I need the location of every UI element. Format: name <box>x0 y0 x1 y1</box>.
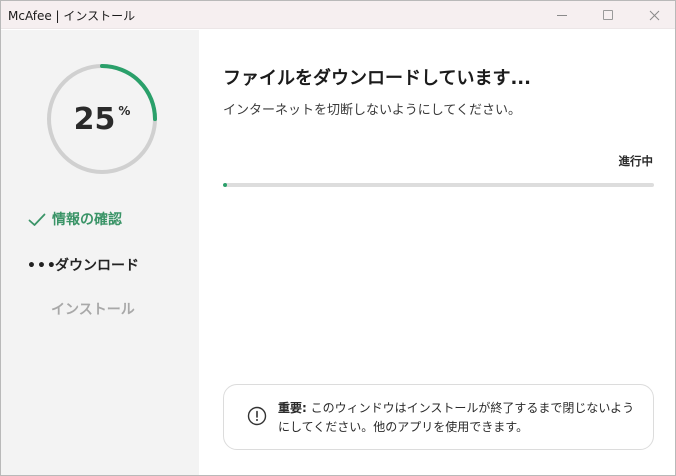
main-panel: ファイルをダウンロードしています... インターネットを切断しないようにしてくだ… <box>199 30 675 475</box>
step-download: •••ダウンロード <box>27 255 139 275</box>
notice-text: 重要: このウィンドウはインストールが終了するまで閉じないようにしてください。他… <box>278 399 638 437</box>
download-progress-bar <box>223 183 654 187</box>
step-download-label: ダウンロード <box>55 258 139 274</box>
step-verify-info: 情報の確認 <box>28 209 122 229</box>
download-progress-fill <box>223 183 228 187</box>
progress-percent: 25 % <box>45 62 159 176</box>
installer-window: McAfee | インストール 25 % 情報の確認 •••ダウンロード インス… <box>0 0 676 476</box>
step-verify-info-label: 情報の確認 <box>52 212 122 228</box>
minimize-button[interactable] <box>539 1 585 29</box>
maximize-icon <box>603 10 613 20</box>
important-notice: 重要: このウィンドウはインストールが終了するまで閉じないようにしてください。他… <box>223 384 654 450</box>
window-title: McAfee | インストール <box>8 9 136 23</box>
exclamation-circle-icon <box>247 406 267 426</box>
notice-body: このウィンドウはインストールが終了するまで閉じないようにしてください。他のアプリ… <box>278 401 635 434</box>
progress-percent-sign: % <box>118 104 131 118</box>
maximize-button[interactable] <box>585 1 631 29</box>
progress-percent-number: 25 <box>73 101 116 137</box>
notice-label: 重要: <box>278 401 307 415</box>
status-label: 進行中 <box>618 154 654 168</box>
close-button[interactable] <box>631 1 675 29</box>
in-progress-dots-icon: ••• <box>27 258 57 274</box>
minimize-icon <box>557 14 567 16</box>
title-bar[interactable]: McAfee | インストール <box>1 1 675 29</box>
page-subtitle: インターネットを切断しないようにしてください。 <box>223 103 521 118</box>
close-icon <box>649 10 659 20</box>
page-title: ファイルをダウンロードしています... <box>223 68 531 89</box>
checkmark-icon <box>28 212 52 228</box>
progress-sidebar: 25 % 情報の確認 •••ダウンロード インストール <box>1 30 199 475</box>
step-install: インストール <box>51 299 135 319</box>
step-install-label: インストール <box>51 302 135 318</box>
